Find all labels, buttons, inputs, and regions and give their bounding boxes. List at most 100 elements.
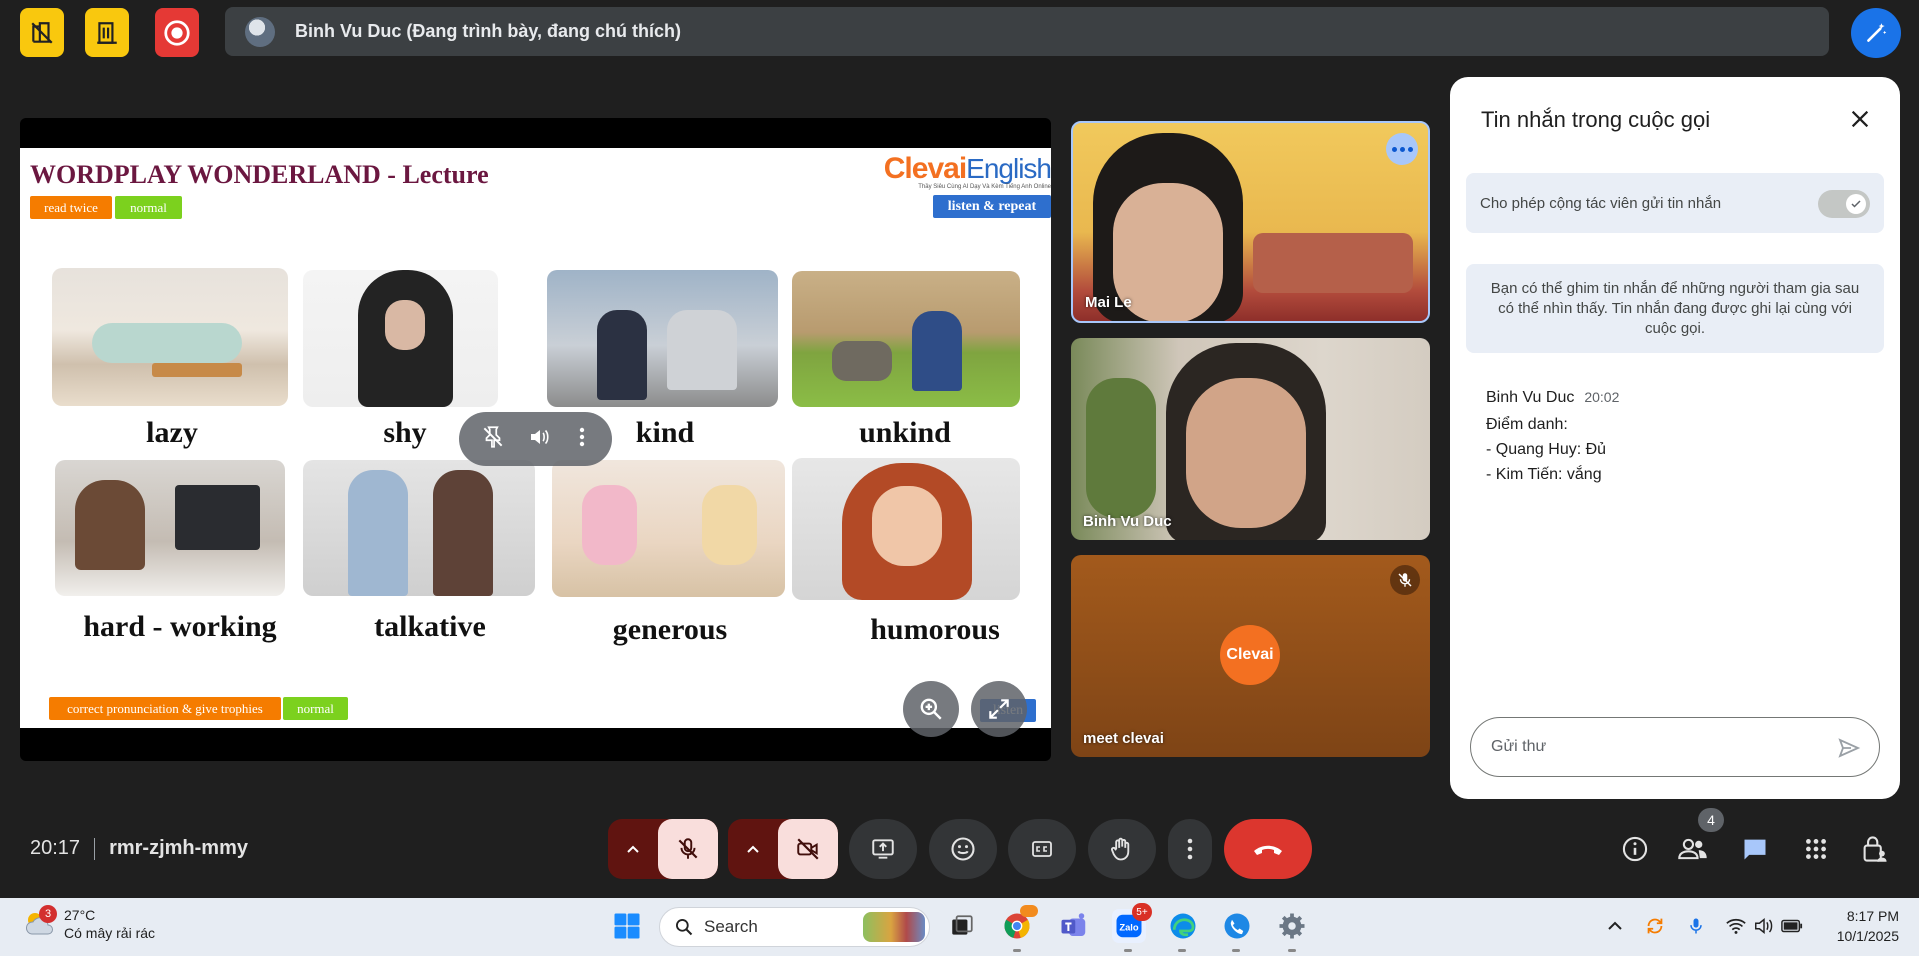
task-view-button[interactable] xyxy=(945,909,979,943)
weather-widget[interactable]: 3 27°C Có mây rải rác xyxy=(22,905,156,942)
mic-off-icon xyxy=(678,838,698,859)
taskbar-search[interactable]: Search xyxy=(659,907,930,947)
active-app-indicator xyxy=(1178,949,1186,952)
message-time: 20:02 xyxy=(1584,389,1620,405)
active-app-indicator xyxy=(1013,949,1021,952)
message-line: - Quang Huy: Đủ xyxy=(1486,441,1607,458)
volume-tray-icon[interactable] xyxy=(1752,914,1776,938)
closed-captions-icon xyxy=(1032,841,1052,857)
participant-more-button[interactable] xyxy=(1386,133,1418,165)
clevai-logo: ClevaiEnglish Thầy Siêu Cùng AI Dạy Và K… xyxy=(883,152,1051,190)
chat-input[interactable]: Gửi thư xyxy=(1470,717,1880,777)
send-icon[interactable] xyxy=(1837,736,1861,765)
message-line: - Kim Tiến: vắng xyxy=(1486,466,1602,483)
word-lazy: lazy xyxy=(146,416,198,449)
chat-input-placeholder: Gửi thư xyxy=(1491,738,1547,755)
slide-title: WORDPLAY WONDERLAND - Lecture xyxy=(30,160,489,189)
info-icon xyxy=(1622,836,1648,862)
phone-app[interactable] xyxy=(1220,909,1254,943)
word-unkind: unkind xyxy=(859,416,951,449)
search-highlight-image xyxy=(863,912,925,942)
word-talkative: talkative xyxy=(374,610,486,643)
picture-talkative xyxy=(303,460,535,596)
fullscreen-button[interactable] xyxy=(971,681,1027,737)
camera-toggle-button[interactable] xyxy=(778,819,838,879)
weather-badge: 3 xyxy=(39,905,57,923)
permission-label: Cho phép cộng tác viên gửi tin nhắn xyxy=(1480,194,1722,212)
participant-name: Binh Vu Duc xyxy=(1083,513,1172,530)
active-app-indicator xyxy=(1124,949,1132,952)
chat-message: Binh Vu Duc 20:02 Điểm danh: - Quang Huy:… xyxy=(1486,389,1866,484)
weather-text: Có mây rải rác xyxy=(64,925,156,941)
zoom-button[interactable] xyxy=(903,681,959,737)
participant-tile-binh-vu-duc[interactable]: Binh Vu Duc xyxy=(1071,338,1430,540)
mic-options-button[interactable] xyxy=(608,819,658,879)
svg-text:Zalo: Zalo xyxy=(1119,922,1139,932)
tag-normal-2: normal xyxy=(283,697,348,720)
participant-name: Mai Le xyxy=(1085,294,1132,311)
search-label: Search xyxy=(704,917,758,936)
close-chat-button[interactable] xyxy=(1844,103,1876,135)
wifi-icon xyxy=(1726,918,1746,934)
reactions-button[interactable] xyxy=(929,819,997,879)
emoji-icon xyxy=(951,837,975,861)
no-video-feed-button[interactable] xyxy=(20,8,64,57)
meeting-details-button[interactable] xyxy=(1618,832,1652,866)
start-button[interactable] xyxy=(610,909,644,943)
leave-call-button[interactable] xyxy=(1224,819,1312,879)
microphone-icon xyxy=(1690,918,1702,934)
captions-button[interactable] xyxy=(1008,819,1076,879)
picture-generous xyxy=(552,460,785,597)
companion-mode-button[interactable] xyxy=(85,8,129,57)
muted-badge xyxy=(1390,565,1420,595)
people-button[interactable] xyxy=(1676,832,1710,866)
recording-button[interactable] xyxy=(155,8,199,57)
message-sender: Binh Vu Duc xyxy=(1486,389,1575,406)
host-controls-button[interactable] xyxy=(1858,832,1892,866)
volume-icon[interactable] xyxy=(527,425,551,454)
camera-options-button[interactable] xyxy=(728,819,778,879)
permission-toggle[interactable] xyxy=(1818,190,1870,218)
raise-hand-button[interactable] xyxy=(1088,819,1156,879)
windows-icon xyxy=(614,913,640,939)
unpin-icon[interactable] xyxy=(480,424,506,455)
chrome-app[interactable] xyxy=(1000,905,1038,943)
annotation-button[interactable] xyxy=(1851,8,1901,58)
present-screen-icon xyxy=(872,839,894,859)
presenter-avatar xyxy=(245,16,275,47)
more-options-button[interactable] xyxy=(1168,819,1212,879)
taskbar-clock[interactable]: 8:17 PM 10/1/2025 xyxy=(1837,906,1899,946)
sync-tray-icon[interactable] xyxy=(1643,914,1667,938)
temperature: 27°C xyxy=(64,907,96,923)
active-app-indicator xyxy=(1232,949,1240,952)
hidden-icons-button[interactable] xyxy=(1603,914,1627,938)
participant-tile-mai-le[interactable]: Mai Le xyxy=(1071,121,1430,323)
hand-icon xyxy=(1111,837,1130,861)
wifi-tray-icon[interactable] xyxy=(1724,914,1748,938)
battery-tray-icon[interactable] xyxy=(1780,914,1804,938)
magic-pen-icon xyxy=(1867,23,1887,42)
chat-button[interactable] xyxy=(1738,832,1772,866)
clock-time: 8:17 PM xyxy=(1846,908,1899,924)
more-options-icon[interactable] xyxy=(572,425,592,454)
teams-app[interactable] xyxy=(1057,909,1091,943)
active-app-indicator xyxy=(1288,949,1296,952)
chevron-up-icon xyxy=(747,845,759,853)
presentation-stage[interactable]: WORDPLAY WONDERLAND - Lecture read twice… xyxy=(20,118,1051,761)
camera-off-icon xyxy=(797,838,819,860)
tag-listen-repeat: listen & repeat xyxy=(933,195,1051,218)
zalo-app[interactable]: Zalo 5+ xyxy=(1112,903,1152,943)
settings-app[interactable] xyxy=(1275,909,1309,943)
mic-off-icon xyxy=(1398,573,1412,587)
mic-toggle-button[interactable] xyxy=(658,819,718,879)
activities-button[interactable] xyxy=(1799,832,1833,866)
microphone-tray-icon[interactable] xyxy=(1684,914,1708,938)
apps-grid-icon xyxy=(1806,839,1826,859)
chrome-profile-badge xyxy=(1020,905,1038,917)
presenter-banner: Binh Vu Duc (Đang trình bày, đang chú th… xyxy=(225,7,1829,56)
present-button[interactable] xyxy=(849,819,917,879)
battery-icon xyxy=(1781,919,1803,933)
participant-tile-meet-clevai[interactable]: Clevai meet clevai xyxy=(1071,555,1430,757)
chevron-up-icon xyxy=(627,845,639,853)
edge-app[interactable] xyxy=(1166,909,1200,943)
